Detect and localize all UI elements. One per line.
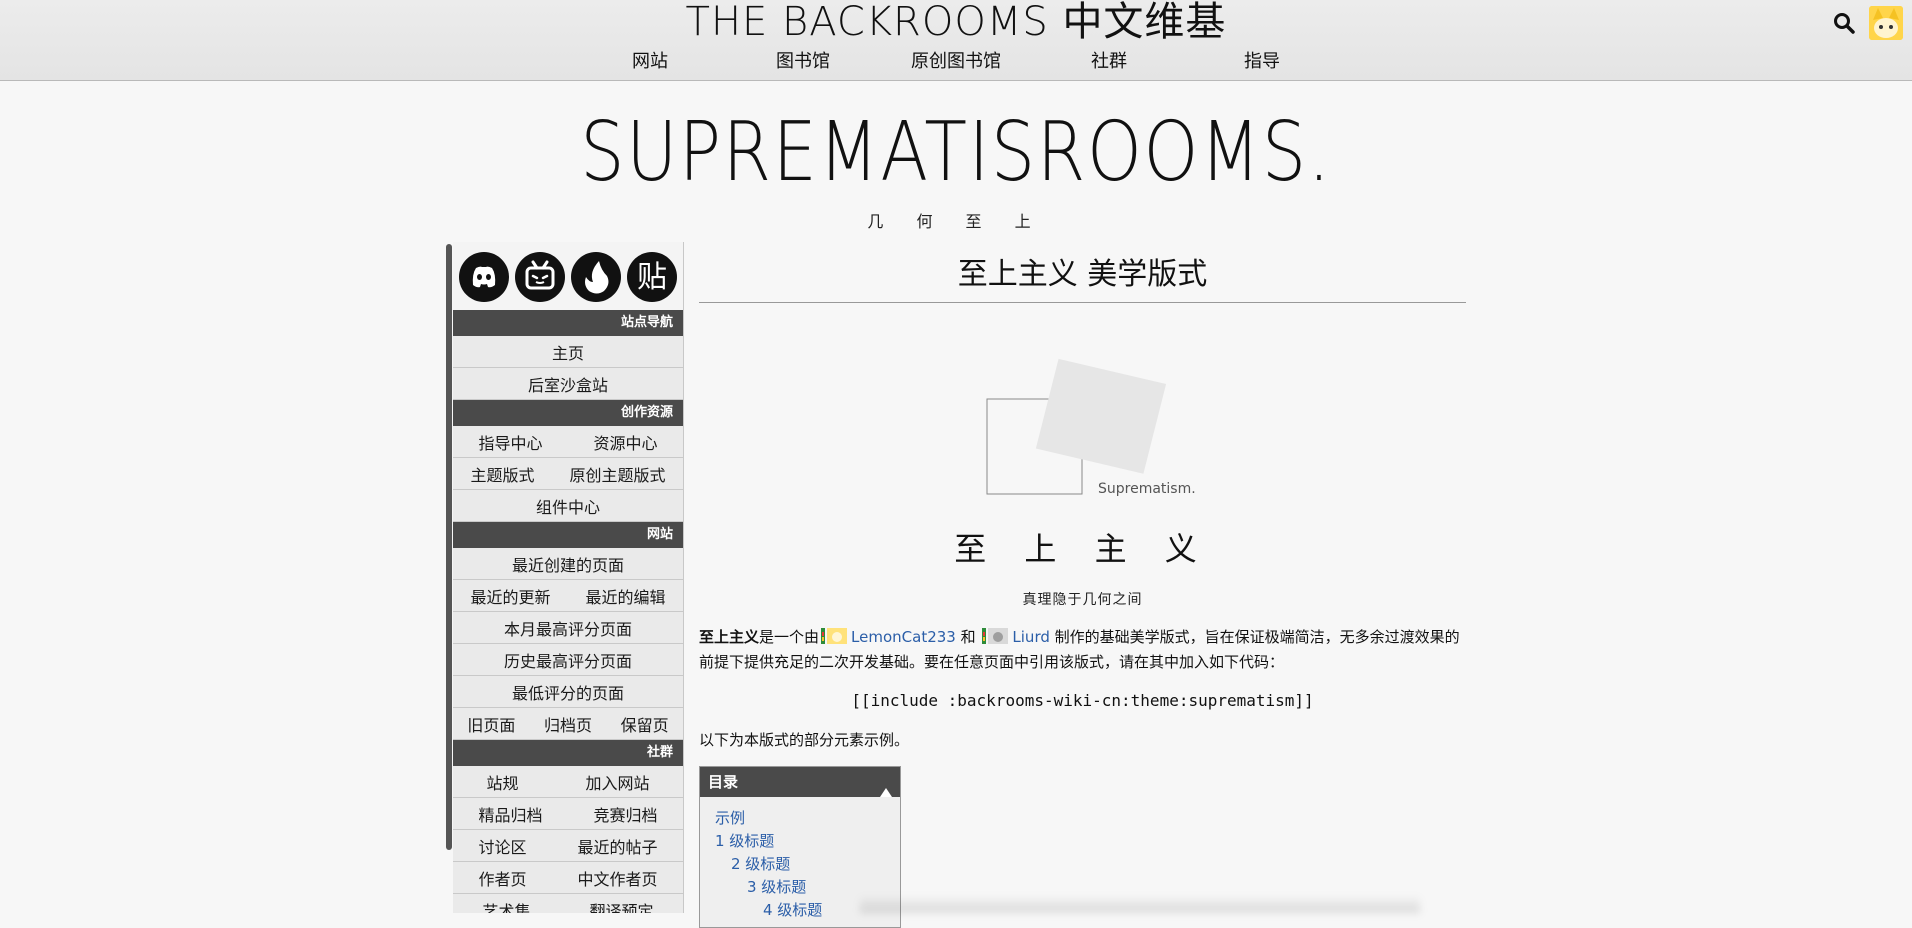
sidebar-link-featured-archive[interactable]: 精品归档 [478, 802, 542, 826]
toc-header[interactable]: 目录 [700, 767, 900, 797]
nav-item-community[interactable]: 社群 [1039, 50, 1179, 74]
sidebar-row: 讨论区 最近的帖子 [453, 830, 683, 862]
sidebar-row: 组件中心 [453, 490, 683, 522]
top-bar: THE BACKROOMS 中文维基 网站 图书馆 原创图书馆 社群 指导 [0, 0, 1912, 81]
collapse-triangle-icon[interactable] [880, 777, 892, 807]
sidebar-link-home[interactable]: 主页 [552, 340, 584, 364]
sidebar-row: 艺术集 翻译预定 [453, 894, 683, 914]
sidebar-row: 旧页面 归档页 保留页 [453, 708, 683, 740]
sidebar-link-top-rated-all[interactable]: 历史最高评分页面 [504, 648, 632, 672]
nav-item-guide[interactable]: 指导 [1192, 50, 1332, 74]
intro-and: 和 [960, 628, 976, 646]
sidebar-link-lowest-rated[interactable]: 最低评分的页面 [512, 680, 624, 704]
logo-caption: Suprematism. [1098, 481, 1196, 497]
sidebar-link-recent-edits[interactable]: 最近的编辑 [585, 584, 665, 608]
user-badge-icon [982, 626, 1010, 646]
user-avatar[interactable] [1869, 6, 1903, 40]
toc-item-examples[interactable]: 示例 [715, 807, 900, 830]
sidebar-row: 最低评分的页面 [453, 676, 683, 708]
sidebar-link-recent-posts[interactable]: 最近的帖子 [577, 834, 657, 858]
sidebar-link-contest-archive[interactable]: 竞赛归档 [593, 802, 657, 826]
sidebar-link-author-pages[interactable]: 作者页 [478, 866, 526, 890]
sidebar-link-forum[interactable]: 讨论区 [478, 834, 526, 858]
nav-item-library[interactable]: 图书馆 [733, 50, 873, 74]
theme-title: 至上主义 美学版式 [699, 242, 1466, 303]
bottom-shadow [860, 895, 1420, 913]
search-icon[interactable] [1832, 11, 1856, 35]
sidebar-link-recent-updates[interactable]: 最近的更新 [470, 584, 550, 608]
toc-item-h1[interactable]: 1 级标题 [715, 830, 900, 853]
sidebar-link-translation-reservation[interactable]: 翻译预定 [589, 898, 653, 914]
theme-tagline: 真理隐于几何之间 [1022, 592, 1143, 608]
sidebar-row: 最近的更新 最近的编辑 [453, 580, 683, 612]
sidebar-row: 本月最高评分页面 [453, 612, 683, 644]
toc-title: 目录 [708, 773, 739, 791]
sidebar-link-archive[interactable]: 归档页 [544, 712, 592, 736]
site-title[interactable]: THE BACKROOMS 中文维基 [0, 0, 1912, 44]
sidebar-link-old-pages[interactable]: 旧页面 [467, 712, 515, 736]
page-header-subtitle: 几 何 至 上 [867, 212, 1045, 231]
intro-text: 是一个由 [759, 628, 820, 646]
sidebar-link-original-themes[interactable]: 原创主题版式 [569, 462, 665, 486]
sidebar-row: 后室沙盒站 [453, 368, 683, 400]
sidebar-link-component-hub[interactable]: 组件中心 [536, 494, 600, 518]
nav-item-website[interactable]: 网站 [580, 50, 720, 74]
sidebar-row: 主页 [453, 336, 683, 368]
sidebar-heading-community: 社群 [453, 740, 683, 766]
tieba-icon[interactable]: 贴 [627, 252, 677, 302]
nav-item-original-library[interactable]: 原创图书馆 [886, 50, 1026, 74]
sidebar-link-recently-created[interactable]: 最近创建的页面 [512, 552, 624, 576]
toc-item-h2[interactable]: 2 级标题 [715, 853, 900, 876]
sidebar-scrollbar[interactable] [446, 244, 452, 850]
flame-icon[interactable] [571, 252, 621, 302]
sidebar-link-join-site[interactable]: 加入网站 [585, 770, 649, 794]
sidebar-heading-website: 网站 [453, 522, 683, 548]
suprematism-logo: Suprematism. [699, 303, 1466, 523]
sidebar-row: 精品归档 竞赛归档 [453, 798, 683, 830]
examples-intro: 以下为本版式的部分元素示例。 [699, 731, 910, 749]
page-header-title: SUPREMATISROOMS. [580, 105, 1332, 200]
social-links: 贴 [453, 242, 683, 310]
sidebar-link-themes[interactable]: 主题版式 [470, 462, 534, 486]
intro-bold-term: 至上主义 [699, 628, 760, 646]
user-badge-icon [821, 626, 849, 646]
intro-paragraph: 至上主义是一个由 LemonCat233 和 Liurd 制作的基础美学版式，旨在… [699, 625, 1466, 675]
sidebar-row: 历史最高评分页面 [453, 644, 683, 676]
sidebar-row: 作者页 中文作者页 [453, 862, 683, 894]
sidebar-link-art-gallery[interactable]: 艺术集 [482, 898, 530, 914]
discord-icon[interactable] [459, 252, 509, 302]
sidebar-link-cn-author-pages[interactable]: 中文作者页 [577, 866, 657, 890]
author-link-liurd[interactable]: Liurd [1012, 628, 1049, 646]
sidebar-link-rules[interactable]: 站规 [486, 770, 518, 794]
sidebar-link-sandbox[interactable]: 后室沙盒站 [528, 372, 608, 396]
sidebar-row: 站规 加入网站 [453, 766, 683, 798]
sidebar-link-resource-hub[interactable]: 资源中心 [593, 430, 657, 454]
sidebar-row: 最近创建的页面 [453, 548, 683, 580]
sidebar-row: 指导中心 资源中心 [453, 426, 683, 458]
include-code: [[include :backrooms-wiki-cn:theme:supre… [851, 691, 1314, 710]
theme-name-heading: 至 上 主 义 [954, 530, 1211, 568]
sidebar-link-reserved[interactable]: 保留页 [621, 712, 669, 736]
sidebar-link-top-rated-month[interactable]: 本月最高评分页面 [504, 616, 632, 640]
sidebar: 贴 站点导航 主页 后室沙盒站 创作资源 指导中心 资源中心 主题版式 原创主题… [453, 242, 684, 913]
sidebar-heading-creation-resources: 创作资源 [453, 400, 683, 426]
sidebar-link-guide-hub[interactable]: 指导中心 [478, 430, 542, 454]
bilibili-icon[interactable] [515, 252, 565, 302]
tieba-glyph: 贴 [637, 260, 667, 295]
main-content: 至上主义 美学版式 Suprematism. 至 上 主 义 真理隐于几何之间 … [699, 242, 1466, 928]
sidebar-heading-site-navigation: 站点导航 [453, 310, 683, 336]
author-link-lemoncat233[interactable]: LemonCat233 [851, 628, 956, 646]
top-nav: 网站 图书馆 原创图书馆 社群 指导 [580, 50, 1300, 74]
sidebar-row: 主题版式 原创主题版式 [453, 458, 683, 490]
